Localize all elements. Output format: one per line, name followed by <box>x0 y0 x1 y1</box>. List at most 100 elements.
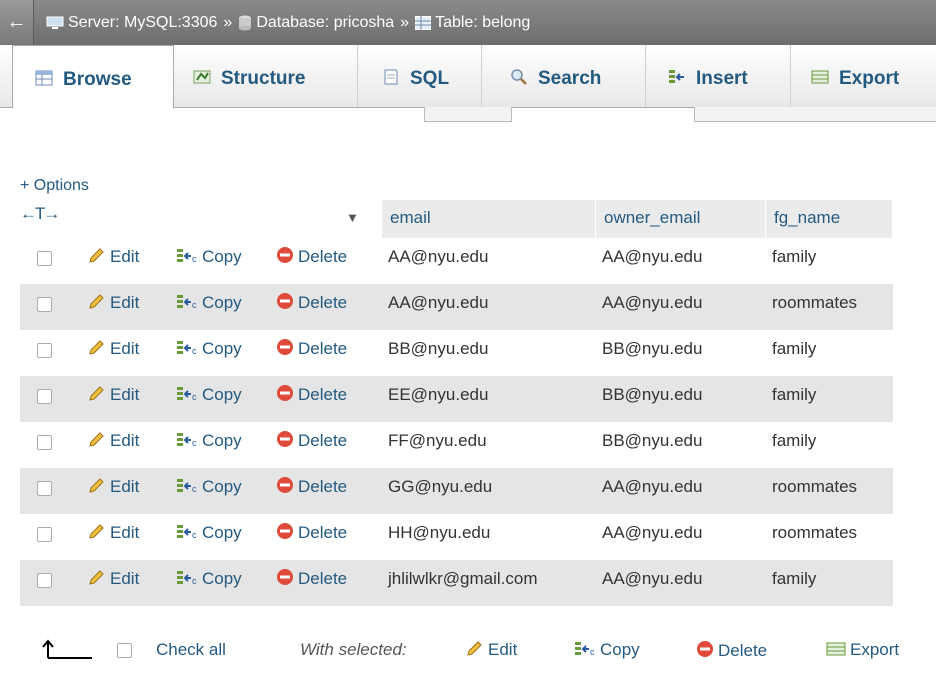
row-checkbox[interactable] <box>37 343 52 358</box>
tab-browse[interactable]: Browse <box>12 45 174 108</box>
pencil-icon <box>89 248 104 263</box>
breadcrumb-server[interactable]: Server: MySQL:3306 <box>68 14 217 32</box>
export-icon <box>826 642 846 656</box>
delete-icon <box>277 339 293 355</box>
cell-fg-name[interactable]: family <box>772 238 816 284</box>
column-header-fg-name[interactable]: fg_name <box>766 200 893 238</box>
hidden-control-edge <box>694 107 936 122</box>
row-copy-link[interactable]: c Copy <box>176 422 242 468</box>
bulk-edit-button[interactable]: Edit <box>466 640 517 660</box>
row-delete-link[interactable]: Delete <box>276 330 347 376</box>
tab-search[interactable]: Search <box>482 45 646 107</box>
row-checkbox[interactable] <box>37 251 52 266</box>
breadcrumb-separator: » <box>223 13 233 31</box>
row-copy-link[interactable]: c Copy <box>176 514 242 560</box>
row-delete-link[interactable]: Delete <box>276 560 347 606</box>
cell-email[interactable]: GG@nyu.edu <box>388 468 492 514</box>
row-delete-link[interactable]: Delete <box>276 284 347 330</box>
bulk-delete-button[interactable]: Delete <box>696 640 767 661</box>
server-breadcrumb-bar: ← Server: MySQL:3306 » Database: pricosh… <box>0 0 936 45</box>
row-copy-link[interactable]: c Copy <box>176 376 242 422</box>
row-checkbox[interactable] <box>37 389 52 404</box>
row-delete-link[interactable]: Delete <box>276 468 347 514</box>
svg-text:c: c <box>192 530 197 540</box>
cell-email[interactable]: jhlilwlkr@gmail.com <box>388 560 538 606</box>
row-delete-link[interactable]: Delete <box>276 238 347 284</box>
cell-email[interactable]: FF@nyu.edu <box>388 422 487 468</box>
row-checkbox[interactable] <box>37 527 52 542</box>
cell-fg-name[interactable]: family <box>772 330 816 376</box>
table-header: ←T→ ▼ email owner_email fg_name <box>20 200 893 238</box>
row-copy-link[interactable]: c Copy <box>176 238 242 284</box>
row-delete-link[interactable]: Delete <box>276 514 347 560</box>
row-copy-link[interactable]: c Copy <box>176 468 242 514</box>
bulk-copy-button[interactable]: c Copy <box>574 640 640 660</box>
options-link[interactable]: + Options <box>20 177 89 195</box>
tab-export[interactable]: Export <box>791 45 936 107</box>
bulk-export-label: Export <box>850 640 900 659</box>
tab-insert[interactable]: Insert <box>646 45 791 107</box>
row-copy-link[interactable]: c Copy <box>176 284 242 330</box>
cell-owner-email[interactable]: AA@nyu.edu <box>602 560 702 606</box>
row-edit-link[interactable]: Edit <box>88 376 139 422</box>
bulk-actions-bar: Check all With selected: Edit c Copy Dele… <box>0 628 936 673</box>
delete-label: Delete <box>298 385 348 404</box>
breadcrumb-table[interactable]: Table: belong <box>435 14 530 32</box>
row-edit-link[interactable]: Edit <box>88 330 139 376</box>
edit-label: Edit <box>110 523 140 542</box>
copy-label: Copy <box>202 247 242 266</box>
row-delete-link[interactable]: Delete <box>276 376 347 422</box>
cell-email[interactable]: AA@nyu.edu <box>388 238 488 284</box>
table-row: Edit c Copy Delete FF@nyu.edu BB@nyu.edu … <box>20 422 893 468</box>
cell-owner-email[interactable]: AA@nyu.edu <box>602 284 702 330</box>
row-checkbox[interactable] <box>37 573 52 588</box>
check-all-checkbox[interactable] <box>117 643 132 658</box>
cell-fg-name[interactable]: roommates <box>772 514 857 560</box>
tab-structure[interactable]: Structure <box>175 45 358 107</box>
cell-fg-name[interactable]: family <box>772 376 816 422</box>
cell-owner-email[interactable]: AA@nyu.edu <box>602 238 702 284</box>
tab-sql[interactable]: SQL <box>358 45 482 107</box>
check-all-label[interactable]: Check all <box>156 640 226 660</box>
cell-owner-email[interactable]: BB@nyu.edu <box>602 376 702 422</box>
cell-fg-name[interactable]: roommates <box>772 284 857 330</box>
bulk-export-button[interactable]: Export <box>826 640 899 660</box>
cell-email[interactable]: EE@nyu.edu <box>388 376 488 422</box>
row-copy-link[interactable]: c Copy <box>176 560 242 606</box>
row-edit-link[interactable]: Edit <box>88 468 139 514</box>
row-checkbox[interactable] <box>37 481 52 496</box>
breadcrumb-database[interactable]: Database: pricosha <box>256 14 394 32</box>
cell-owner-email[interactable]: AA@nyu.edu <box>602 468 702 514</box>
copy-icon: c <box>177 571 197 586</box>
cell-email[interactable]: AA@nyu.edu <box>388 284 488 330</box>
row-edit-link[interactable]: Edit <box>88 514 139 560</box>
row-edit-link[interactable]: Edit <box>88 238 139 284</box>
back-arrow-button[interactable]: ← <box>0 0 34 45</box>
cell-email[interactable]: BB@nyu.edu <box>388 330 488 376</box>
cell-fg-name[interactable]: family <box>772 422 816 468</box>
delete-label: Delete <box>298 339 348 358</box>
cell-fg-name[interactable]: family <box>772 560 816 606</box>
copy-icon: c <box>575 642 595 657</box>
tab-label: Export <box>839 68 900 89</box>
row-checkbox[interactable] <box>37 297 52 312</box>
copy-label: Copy <box>202 385 242 404</box>
bulk-delete-label: Delete <box>718 641 768 660</box>
cell-email[interactable]: HH@nyu.edu <box>388 514 490 560</box>
cell-owner-email[interactable]: AA@nyu.edu <box>602 514 702 560</box>
row-edit-link[interactable]: Edit <box>88 422 139 468</box>
row-delete-link[interactable]: Delete <box>276 422 347 468</box>
row-copy-link[interactable]: c Copy <box>176 330 242 376</box>
cell-fg-name[interactable]: roommates <box>772 468 857 514</box>
row-edit-link[interactable]: Edit <box>88 560 139 606</box>
row-edit-link[interactable]: Edit <box>88 284 139 330</box>
column-resize-arrows[interactable]: ←T→ <box>20 204 60 224</box>
column-header-email[interactable]: email <box>382 200 596 238</box>
sort-dropdown-icon[interactable]: ▼ <box>346 210 359 225</box>
column-header-owner-email[interactable]: owner_email <box>596 200 766 238</box>
svg-text:c: c <box>192 392 197 402</box>
cell-owner-email[interactable]: BB@nyu.edu <box>602 422 702 468</box>
row-checkbox[interactable] <box>37 435 52 450</box>
cell-owner-email[interactable]: BB@nyu.edu <box>602 330 702 376</box>
copy-icon: c <box>177 341 197 356</box>
